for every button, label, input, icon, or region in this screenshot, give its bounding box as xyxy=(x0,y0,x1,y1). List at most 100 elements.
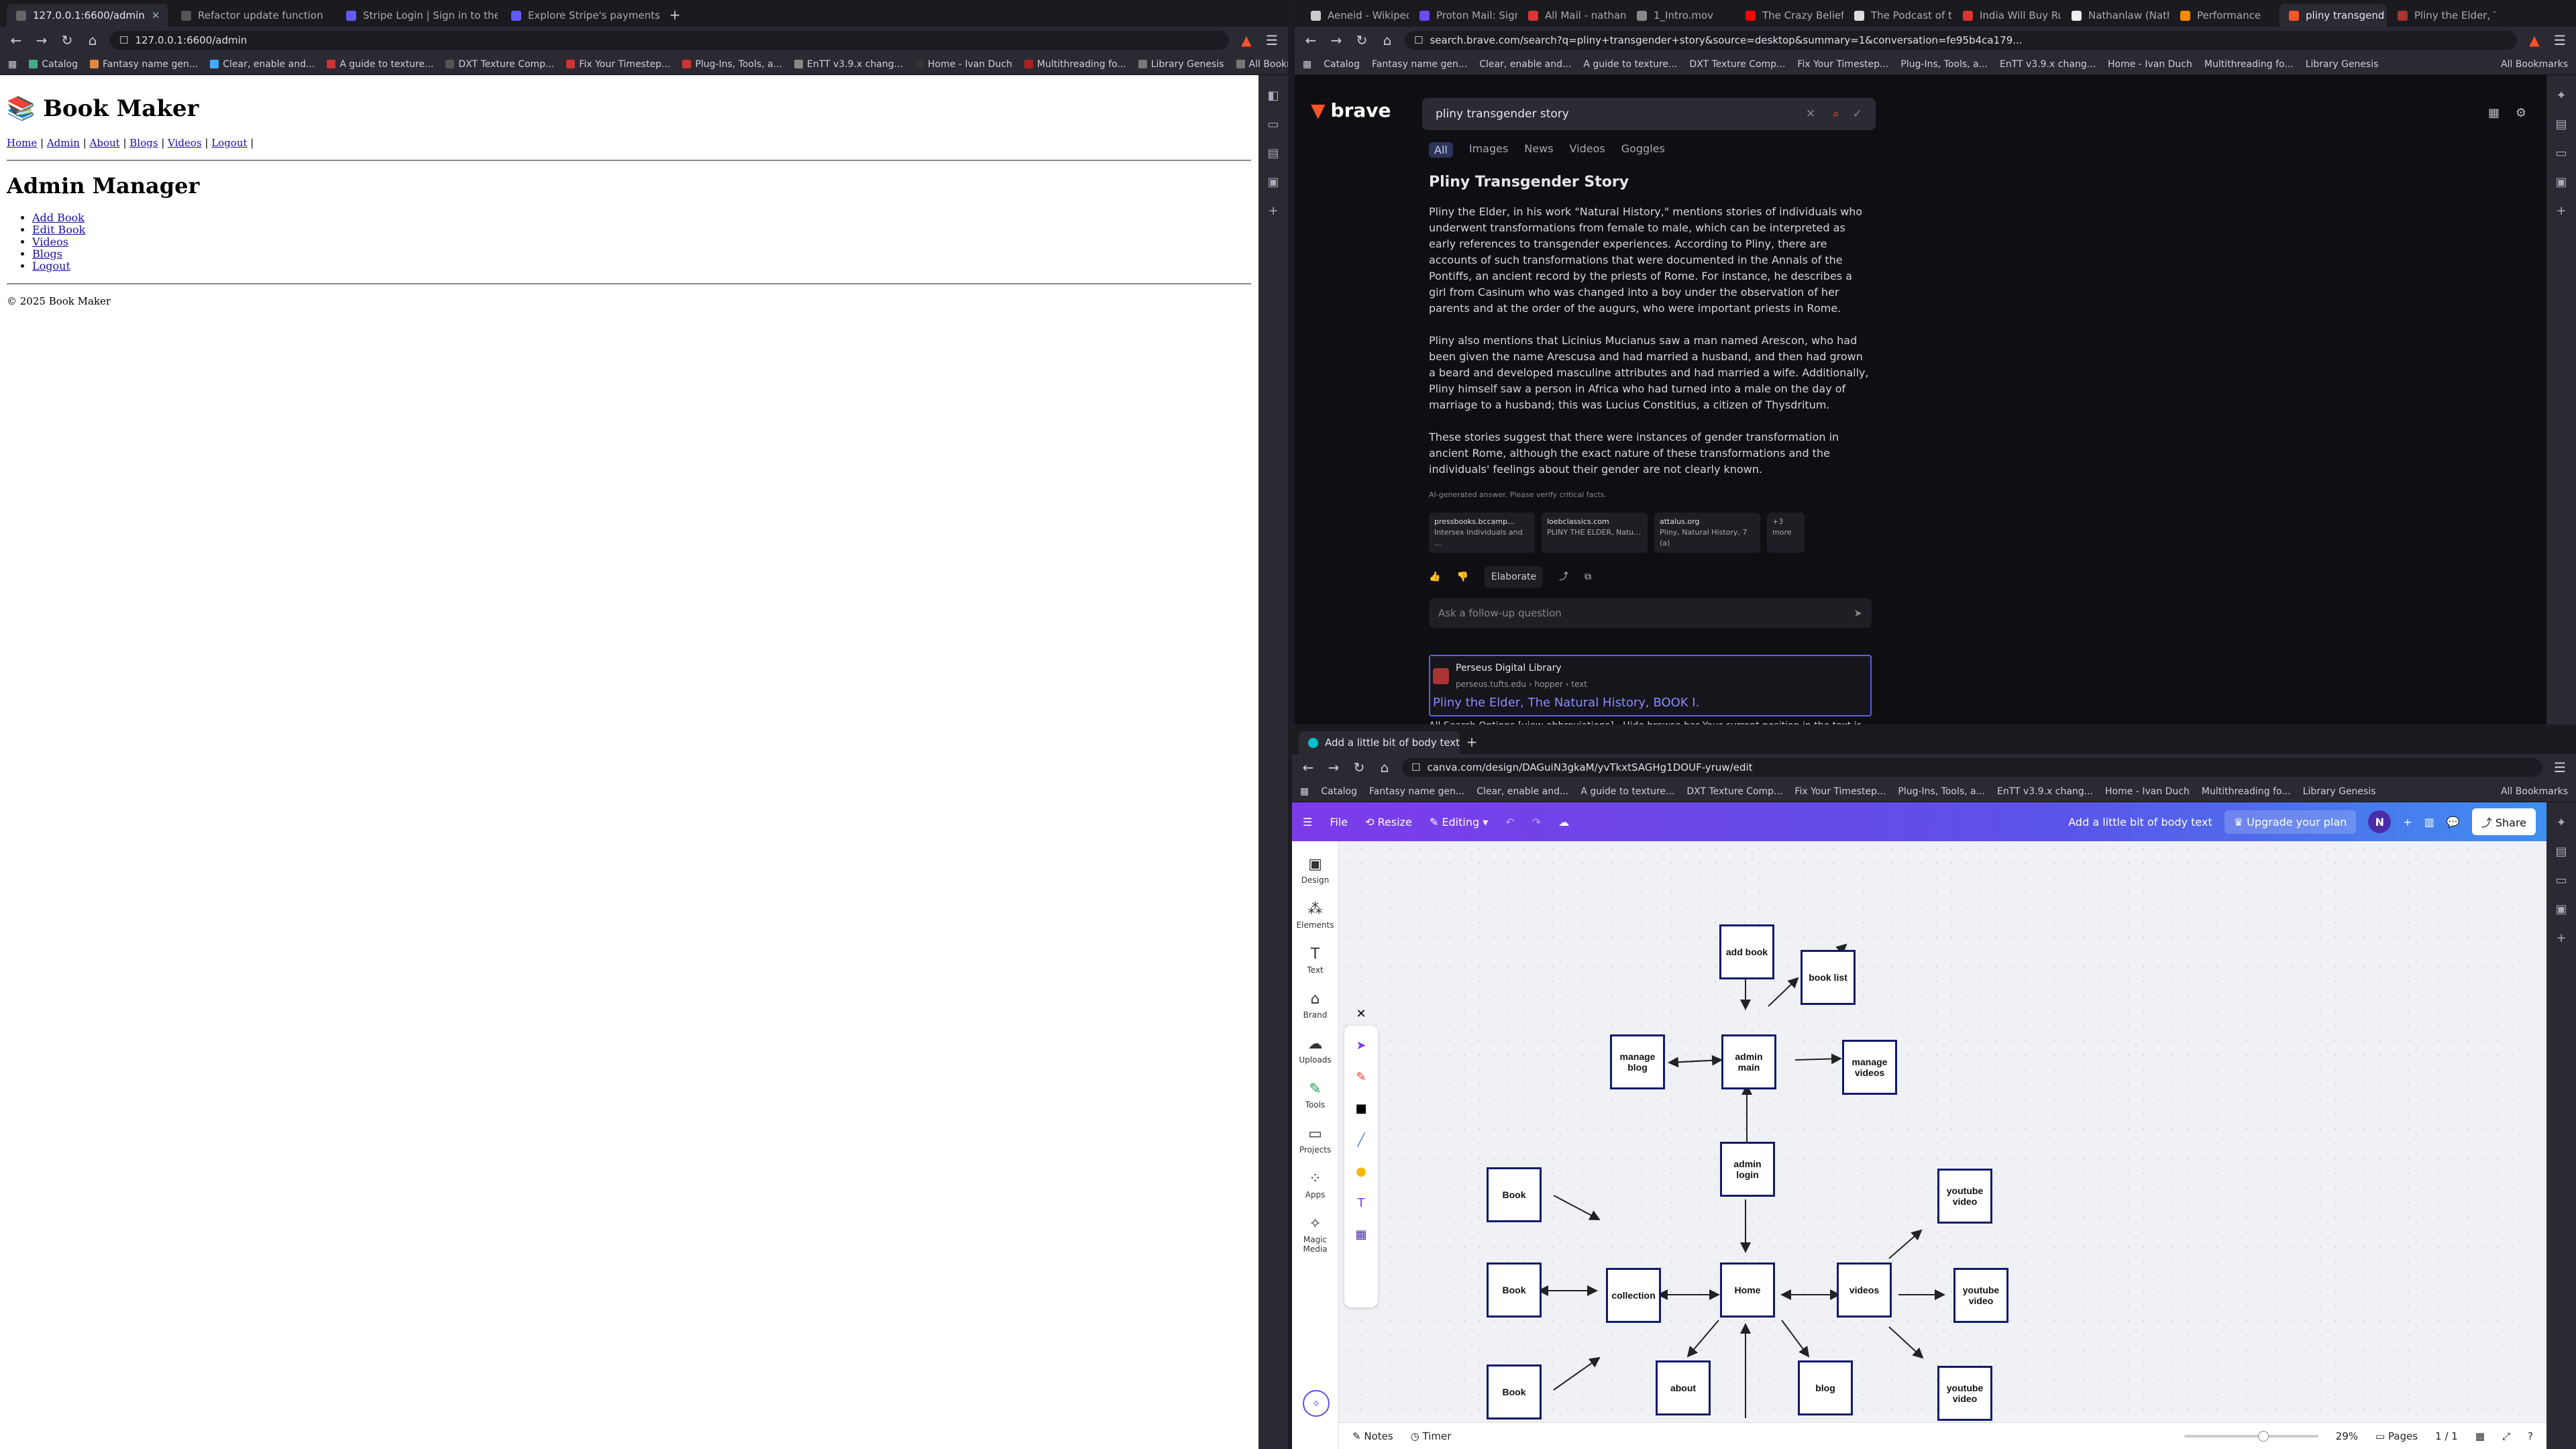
nav-logout[interactable]: Logout xyxy=(211,137,247,149)
tab-pliny-search[interactable]: pliny transgend✕ xyxy=(2279,4,2387,27)
apps-icon[interactable]: ▦ xyxy=(1303,59,1311,70)
bookmark-item[interactable]: Plug-Ins, Tools, a... xyxy=(1900,59,1988,70)
node-youtube-video[interactable]: youtube video xyxy=(1953,1268,2008,1323)
close-icon[interactable]: ✕ xyxy=(152,9,160,21)
insights-icon[interactable]: ▥ xyxy=(2424,816,2434,828)
bookmarks-icon[interactable]: ▭ xyxy=(1267,117,1279,131)
zoom-level[interactable]: 29% xyxy=(2336,1430,2358,1442)
reload-icon[interactable]: ↻ xyxy=(1354,32,1370,48)
bookmark-item[interactable]: Fantasy name gen... xyxy=(90,59,198,70)
magic-assistant-icon[interactable]: ✧ xyxy=(1303,1390,1330,1417)
bookmark-icon[interactable]: ☐ xyxy=(1411,761,1420,773)
tab-stripe-login[interactable]: Stripe Login | Sign in to the Stripe xyxy=(337,4,498,27)
filter-videos[interactable]: Videos xyxy=(1570,142,1605,158)
bookmark-item[interactable]: DXT Texture Comp... xyxy=(445,59,554,70)
bookmark-item[interactable]: Home - Ivan Duch xyxy=(2105,786,2190,797)
share-button[interactable]: ⤴ Share xyxy=(2471,808,2536,835)
thumbs-up-icon[interactable]: 👍 xyxy=(1429,569,1440,585)
add-panel-icon[interactable]: + xyxy=(1268,204,1278,218)
forward-icon[interactable]: → xyxy=(1328,32,1344,48)
sidebar-item-text[interactable]: T Text xyxy=(1307,946,1323,975)
sidebar-item-tools[interactable]: ✎ Tools xyxy=(1305,1081,1326,1110)
bookmark-item[interactable]: DXT Texture Comp... xyxy=(1689,59,1785,70)
forward-icon[interactable]: → xyxy=(1326,759,1342,775)
bookmark-item[interactable]: EnTT v3.9.x chang... xyxy=(1997,786,2093,797)
more-sources[interactable]: +3 more xyxy=(1767,513,1805,553)
bookmark-item[interactable]: DXT Texture Comp... xyxy=(1686,786,1782,797)
tab-india[interactable]: India Will Buy Run xyxy=(1953,4,2061,27)
nav-videos[interactable]: Videos xyxy=(168,137,202,149)
bookmark-item[interactable]: Fantasy name gen... xyxy=(1369,786,1464,797)
all-bookmarks[interactable]: All Bookmarks xyxy=(2501,59,2568,70)
reload-icon[interactable]: ↻ xyxy=(59,32,75,48)
highlighter-icon[interactable]: ╱ xyxy=(1358,1133,1365,1147)
bookmark-item[interactable]: Plug-Ins, Tools, a... xyxy=(1898,786,1985,797)
marker-icon[interactable]: ■ xyxy=(1355,1102,1366,1116)
text-tool-icon[interactable]: T xyxy=(1358,1196,1365,1210)
followup-input[interactable]: Ask a follow-up question ➤ xyxy=(1429,598,1872,628)
node-book[interactable]: Book xyxy=(1487,1167,1542,1222)
send-icon[interactable]: ➤ xyxy=(1854,605,1862,621)
bookmark-item[interactable]: A guide to texture... xyxy=(1580,786,1674,797)
bookmark-icon[interactable]: ☐ xyxy=(119,34,128,46)
bookmark-item[interactable]: A guide to texture... xyxy=(1583,59,1677,70)
help-icon[interactable]: ? xyxy=(2528,1430,2533,1442)
forward-icon[interactable]: → xyxy=(34,32,50,48)
clear-icon[interactable]: ✕ xyxy=(1806,107,1815,121)
search-input[interactable]: pliny transgender story ✕ ⌕ ✓ xyxy=(1422,98,1876,130)
share-icon[interactable]: ⤴ xyxy=(1559,569,1568,585)
source-card[interactable]: pressbooks.bccamp... Intersex Individuals… xyxy=(1429,513,1535,553)
sidebar-icon[interactable]: ◧ xyxy=(1267,89,1279,103)
search-icon[interactable]: ⌕ xyxy=(1833,107,1839,121)
nav-admin[interactable]: Admin xyxy=(47,137,80,149)
canvas-board[interactable]: add book book list manage blog admin mai… xyxy=(1339,841,2520,1422)
tab-proton[interactable]: Proton Mail: Sign- xyxy=(1410,4,1517,27)
new-tab-button[interactable]: + xyxy=(667,7,683,23)
node-blog[interactable]: blog xyxy=(1798,1360,1853,1415)
edit-book-link[interactable]: Edit Book xyxy=(32,223,85,236)
grid-view-icon[interactable]: ▦ xyxy=(2475,1430,2485,1442)
node-videos[interactable]: videos xyxy=(1837,1263,1892,1318)
node-manage-blog[interactable]: manage blog xyxy=(1610,1034,1665,1089)
upgrade-button[interactable]: ♛ Upgrade your plan xyxy=(2224,810,2357,834)
canva-address-bar[interactable]: ☐ canva.com/design/DAGuiN3gkaM/yvTkxtSAGH… xyxy=(1402,758,2542,777)
shields-icon[interactable]: ▲ xyxy=(1238,32,1254,48)
filter-goggles[interactable]: Goggles xyxy=(1621,142,1665,158)
back-icon[interactable]: ← xyxy=(1303,32,1319,48)
history-icon[interactable]: ▣ xyxy=(2555,175,2567,189)
nav-home[interactable]: Home xyxy=(7,137,37,149)
node-book[interactable]: Book xyxy=(1487,1364,1542,1419)
bookmark-item[interactable]: Library Genesis xyxy=(2303,786,2376,797)
bookmark-item[interactable]: Clear, enable and... xyxy=(1479,59,1571,70)
bookmark-item[interactable]: A guide to texture... xyxy=(327,59,433,70)
fullscreen-icon[interactable]: ⤢ xyxy=(2502,1430,2510,1442)
reload-icon[interactable]: ↻ xyxy=(1351,759,1367,775)
sidebar-item-uploads[interactable]: ☁ Uploads xyxy=(1299,1036,1331,1065)
bookmark-item[interactable]: Catalog xyxy=(1324,59,1360,70)
grid-icon[interactable]: ▦ xyxy=(2488,106,2500,120)
sidebar-item-apps[interactable]: ⁘ Apps xyxy=(1305,1171,1326,1199)
zoom-thumb[interactable] xyxy=(2257,1430,2269,1442)
bookmark-item[interactable]: Catalog xyxy=(29,59,78,70)
history-icon[interactable]: ▣ xyxy=(1267,175,1279,189)
filter-news[interactable]: News xyxy=(1524,142,1553,158)
nav-about[interactable]: About xyxy=(90,137,120,149)
undo-icon[interactable]: ↶ xyxy=(1505,816,1514,828)
tab-admin[interactable]: 127.0.0.1:6600/admin ✕ xyxy=(7,4,168,27)
bookmark-item[interactable]: Clear, enable and... xyxy=(1477,786,1568,797)
add-book-link[interactable]: Add Book xyxy=(32,211,85,224)
tab-refactor[interactable]: Refactor update function xyxy=(172,4,333,27)
bookmark-item[interactable]: Fix Your Timestep... xyxy=(1797,59,1888,70)
thumbs-down-icon[interactable]: 👎 xyxy=(1456,569,1468,585)
bookmarks-icon[interactable]: ▭ xyxy=(2555,146,2567,160)
home-icon[interactable]: ⌂ xyxy=(1377,759,1393,775)
history-icon[interactable]: ▣ xyxy=(2555,902,2567,916)
tab-github[interactable]: Nathanlaw (Nath xyxy=(2062,4,2169,27)
bookmark-item[interactable]: Home - Ivan Duch xyxy=(915,59,1012,70)
back-icon[interactable]: ← xyxy=(8,32,24,48)
pen-icon[interactable]: ✎ xyxy=(1356,1070,1366,1084)
bookmark-item[interactable]: Home - Ivan Duch xyxy=(2108,59,2192,70)
add-panel-icon[interactable]: + xyxy=(2556,931,2566,945)
tab-podcast[interactable]: The Podcast of the xyxy=(1845,4,1952,27)
bookmark-item[interactable]: Fix Your Timestep... xyxy=(1794,786,1886,797)
